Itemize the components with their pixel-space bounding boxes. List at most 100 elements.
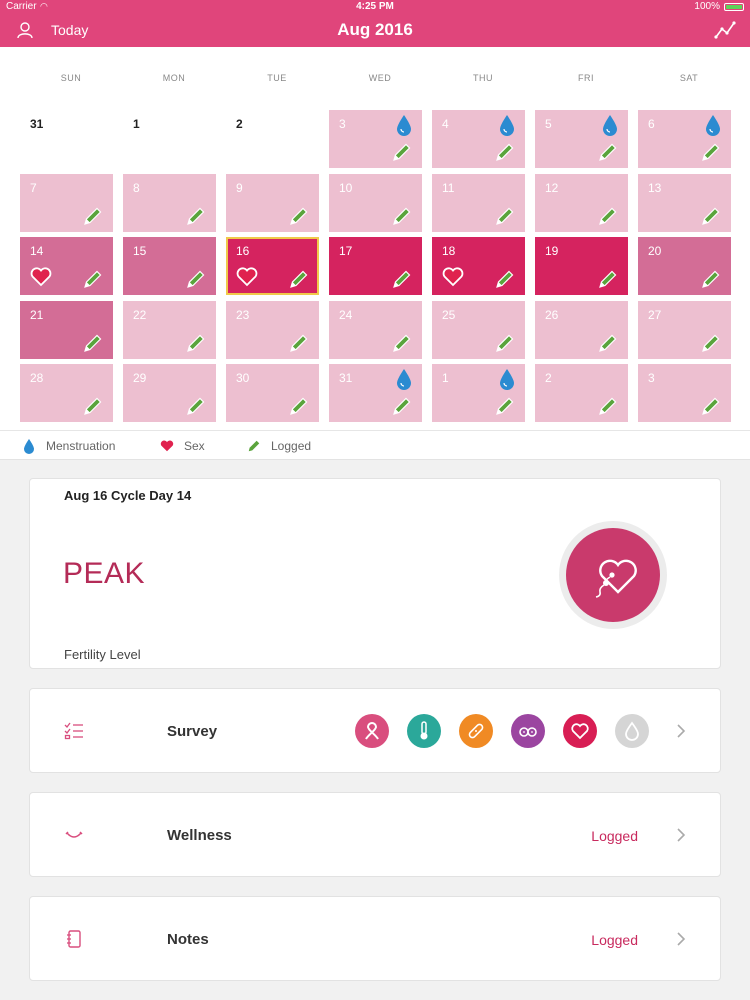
day-number: 17 <box>339 244 353 258</box>
calendar-day-cell[interactable]: 4 <box>432 110 525 168</box>
calendar-day-cell[interactable]: 19 <box>535 237 628 295</box>
wellness-row[interactable]: Wellness Logged <box>29 792 721 877</box>
calendar-day-cell[interactable]: 23 <box>226 301 319 359</box>
smile-icon <box>65 831 83 838</box>
calendar-day-cell[interactable]: 9 <box>226 174 319 232</box>
pencil-icon <box>187 397 205 415</box>
day-number: 1 <box>133 117 140 131</box>
calendar-day-cell[interactable]: 22 <box>123 301 216 359</box>
pencil-icon <box>393 270 411 288</box>
calendar-day-cell[interactable]: 2 <box>535 364 628 422</box>
calendar-day-cell[interactable]: 20 <box>638 237 731 295</box>
calendar-day-cell[interactable]: 1 <box>123 110 216 168</box>
pencil-icon <box>599 143 617 161</box>
pencil-icon <box>702 397 720 415</box>
day-number: 24 <box>339 308 353 322</box>
battery-icon <box>724 3 744 11</box>
calendar-day-cell[interactable]: 15 <box>123 237 216 295</box>
heart-icon <box>160 440 174 452</box>
notes-status: Logged <box>591 932 638 948</box>
calendar-day-cell[interactable]: 2 <box>226 110 319 168</box>
calendar-day-cell[interactable]: 14 <box>20 237 113 295</box>
calendar-day-cell[interactable]: 28 <box>20 364 113 422</box>
wellness-status: Logged <box>591 828 638 844</box>
drop-icon <box>500 369 514 390</box>
calendar-day-cell[interactable]: 6 <box>638 110 731 168</box>
pencil-icon <box>187 207 205 225</box>
pencil-icon <box>290 270 308 288</box>
calendar-day-cell[interactable]: 16 <box>226 237 319 295</box>
calendar-day-cell[interactable]: 7 <box>20 174 113 232</box>
pencil-icon <box>393 397 411 415</box>
day-number: 5 <box>545 117 552 131</box>
calendar-day-cell[interactable]: 18 <box>432 237 525 295</box>
breasts-icon[interactable] <box>511 714 545 748</box>
status-time: 4:25 PM <box>356 1 394 12</box>
calendar-day-cell[interactable]: 10 <box>329 174 422 232</box>
trend-chart-icon[interactable] <box>714 20 736 40</box>
legend-sex-label: Sex <box>184 439 205 453</box>
calendar-day-cell[interactable]: 11 <box>432 174 525 232</box>
day-number: 19 <box>545 244 559 258</box>
pencil-icon <box>599 334 617 352</box>
fertility-card[interactable]: Aug 16 Cycle Day 14 PEAK Fertility Level <box>29 478 721 669</box>
day-number: 12 <box>545 181 559 195</box>
calendar-day-cell[interactable]: 29 <box>123 364 216 422</box>
notes-label: Notes <box>167 931 209 948</box>
calendar-day-cell[interactable]: 5 <box>535 110 628 168</box>
calendar-day-cell[interactable]: 3 <box>638 364 731 422</box>
pencil-icon <box>290 334 308 352</box>
pencil-icon <box>84 334 102 352</box>
day-number: 27 <box>648 308 662 322</box>
pencil-icon <box>393 334 411 352</box>
pencil-icon <box>496 143 514 161</box>
calendar-day-cell[interactable]: 3 <box>329 110 422 168</box>
calendar-day-cell[interactable]: 31 <box>20 110 113 168</box>
calendar-day-cell[interactable]: 1 <box>432 364 525 422</box>
cycle-day: Cycle Day 14 <box>110 488 192 503</box>
pencil-icon <box>290 207 308 225</box>
calendar-day-cell[interactable]: 26 <box>535 301 628 359</box>
calendar-day-cell[interactable]: 8 <box>123 174 216 232</box>
calendar-day-cell[interactable]: 25 <box>432 301 525 359</box>
calendar-day-cell[interactable]: 31 <box>329 364 422 422</box>
calendar-day-cell[interactable]: 27 <box>638 301 731 359</box>
weekday-label: MON <box>162 73 186 83</box>
heart-icon[interactable] <box>563 714 597 748</box>
thermometer-icon[interactable] <box>407 714 441 748</box>
pencil-icon <box>599 207 617 225</box>
pencil-icon <box>496 334 514 352</box>
bandage-icon[interactable] <box>459 714 493 748</box>
pencil-icon <box>84 207 102 225</box>
month-title: Aug 2016 <box>337 20 413 39</box>
drop-icon <box>397 115 411 136</box>
calendar-day-cell[interactable]: 24 <box>329 301 422 359</box>
pencil-icon <box>187 334 205 352</box>
weekday-label: SUN <box>60 73 82 83</box>
weekday-label: SAT <box>679 73 699 83</box>
calendar-day-cell[interactable]: 13 <box>638 174 731 232</box>
pencil-icon <box>599 397 617 415</box>
calendar-day-cell[interactable]: 30 <box>226 364 319 422</box>
ribbon-icon[interactable] <box>355 714 389 748</box>
calendar-day-cell[interactable]: 17 <box>329 237 422 295</box>
calendar-day-cell[interactable]: 12 <box>535 174 628 232</box>
drop-icon[interactable] <box>615 714 649 748</box>
day-number: 7 <box>30 181 37 195</box>
fertility-level-caption: Fertility Level <box>64 647 141 662</box>
chevron-right-icon <box>677 828 686 842</box>
day-number: 10 <box>339 181 353 195</box>
day-number: 29 <box>133 371 147 385</box>
day-number: 28 <box>30 371 44 385</box>
calendar-day-cell[interactable]: 21 <box>20 301 113 359</box>
fertility-level-value: PEAK <box>63 557 146 590</box>
day-number: 18 <box>442 244 456 258</box>
survey-row[interactable]: Survey <box>29 688 721 773</box>
day-number: 3 <box>648 371 655 385</box>
day-number: 11 <box>442 181 455 195</box>
notes-row[interactable]: Notes Logged <box>29 896 721 981</box>
pencil-icon <box>496 397 514 415</box>
pencil-icon <box>84 270 102 288</box>
day-number: 16 <box>236 244 250 258</box>
day-number: 6 <box>648 117 655 131</box>
